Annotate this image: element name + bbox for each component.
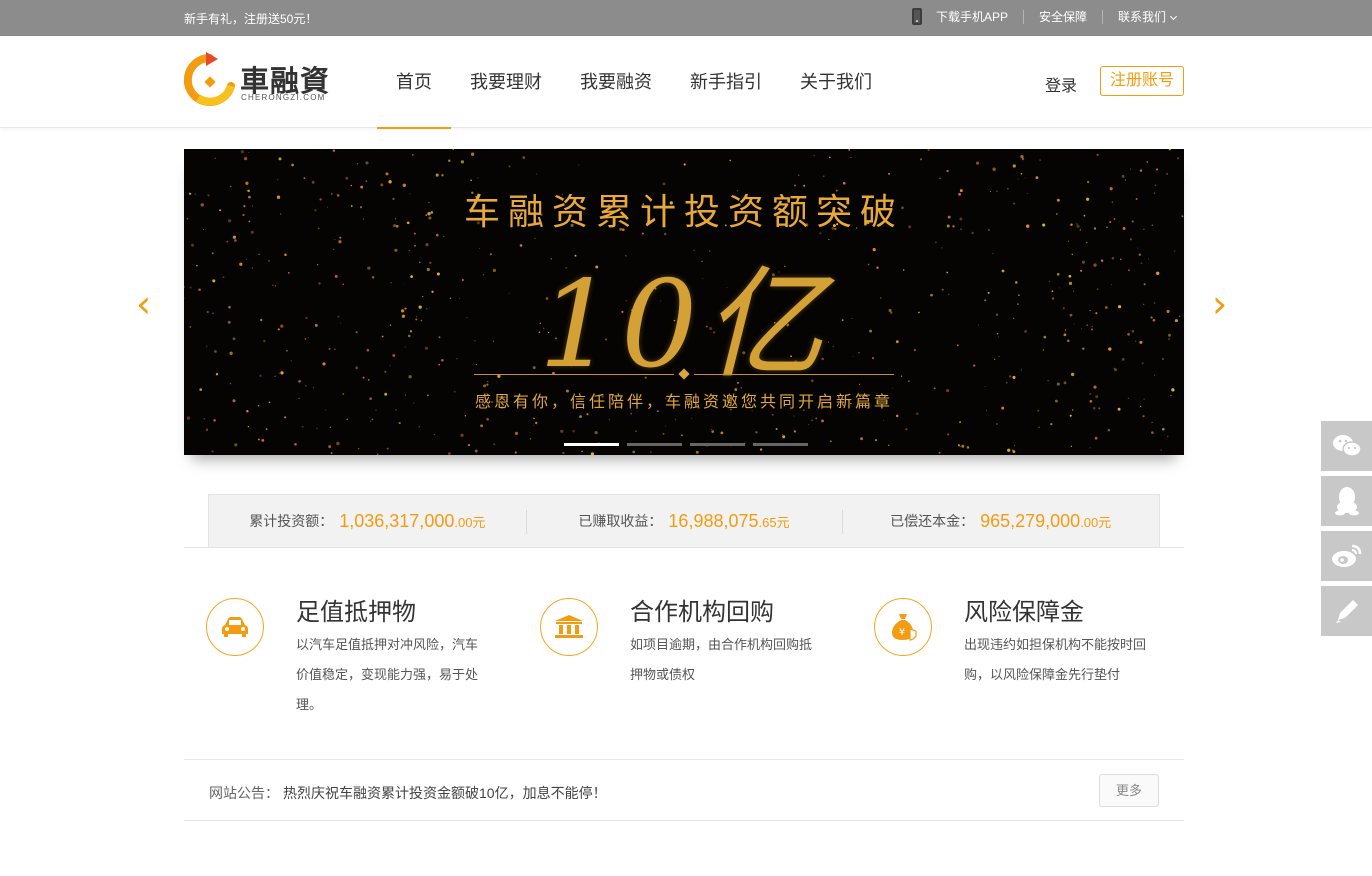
feature-desc: 如项目逾期，由合作机构回购抵押物或债权 — [630, 637, 813, 682]
nav-financing[interactable]: 我要融资 — [561, 36, 671, 128]
stat-earned-income: 已赚取收益： 16,988,075 .65元 — [525, 495, 843, 547]
stat-value: 965,279,000 — [980, 510, 1081, 531]
divider — [184, 547, 1184, 548]
feature-collateral: 足值抵押物 以汽车足值抵押对冲风险，汽车价值稳定，变现能力强，易于处理。 — [184, 590, 484, 730]
wechat-icon — [1332, 435, 1362, 457]
stat-total-investment: 累计投资额： 1,036,317,000 .00元 — [209, 495, 526, 547]
feature-title: 合作机构回购 — [630, 599, 774, 626]
feature-risk-reserve: ¥ 风险保障金 出现违约如担保机构不能按时回购，以风险保障金先行垫付 — [852, 590, 1152, 730]
nav-home[interactable]: 首页 — [377, 36, 451, 129]
weibo-button[interactable] — [1321, 531, 1372, 581]
chevron-down-icon — [1169, 12, 1178, 21]
edit-icon — [1335, 600, 1358, 623]
stat-value-decimal: .00元 — [1080, 514, 1112, 530]
banner-indicators — [564, 443, 808, 446]
stat-value-decimal: .65元 — [758, 514, 790, 530]
banner-indicator[interactable] — [690, 443, 745, 446]
banner-next-arrow[interactable]: › — [1212, 282, 1227, 326]
security-link[interactable]: 安全保障 — [1039, 8, 1087, 25]
logo-subtext: CHERONGZI.COM — [241, 93, 326, 102]
stat-value: 1,036,317,000 — [339, 510, 455, 531]
money-bag-icon: ¥ — [874, 598, 932, 656]
banner-prev-arrow[interactable]: ‹ — [136, 282, 151, 326]
car-icon — [206, 598, 264, 656]
feature-buyback: 合作机构回购 如项目逾期，由合作机构回购抵押物或债权 — [518, 590, 818, 730]
stat-label: 已赚取收益： — [578, 513, 663, 529]
top-bar: 新手有礼，注册送50元！ 下载手机APP 安全保障 联系我们 — [0, 0, 1372, 36]
banner-subtitle: 感恩有你，信任陪伴，车融资邀您共同开启新篇章 — [474, 392, 893, 411]
banner-carousel[interactable]: 车融资累计投资额突破 10亿 感恩有你，信任陪伴，车融资邀您共同开启新篇章 — [184, 149, 1184, 455]
notice-label: 网站公告： — [209, 785, 279, 801]
stat-repaid-principal: 已偿还本金： 965,279,000 .00元 — [842, 495, 1159, 547]
bank-icon — [540, 598, 598, 656]
feature-title: 足值抵押物 — [296, 599, 416, 626]
feature-desc: 以汽车足值抵押对冲风险，汽车价值稳定，变现能力强，易于处理。 — [296, 637, 479, 712]
svg-text:¥: ¥ — [899, 627, 905, 638]
more-button[interactable]: 更多 — [1099, 774, 1159, 807]
stat-value-decimal: .00元 — [454, 514, 486, 530]
logo-mark-icon — [183, 52, 235, 106]
download-app-link[interactable]: 下载手机APP — [936, 8, 1008, 25]
feature-desc: 出现违约如担保机构不能按时回购，以风险保障金先行垫付 — [964, 637, 1147, 682]
feature-title: 风险保障金 — [964, 599, 1084, 626]
stats-bar: 累计投资额： 1,036,317,000 .00元 已赚取收益： 16,988,… — [208, 494, 1160, 547]
main-nav: 首页 我要理财 我要融资 新手指引 关于我们 — [377, 36, 891, 129]
site-header: 車融資 CHERONGZI.COM 首页 我要理财 我要融资 新手指引 关于我们… — [0, 36, 1372, 129]
contact-label: 联系我们 — [1117, 10, 1166, 24]
register-button[interactable]: 注册账号 — [1100, 66, 1184, 96]
edit-button[interactable] — [1321, 586, 1372, 636]
banner-rule-left — [474, 374, 674, 375]
nav-about[interactable]: 关于我们 — [781, 36, 891, 128]
top-links: 下载手机APP 安全保障 联系我们 — [911, 8, 1178, 25]
banner-rule-right — [694, 374, 894, 375]
login-link[interactable]: 登录 — [1045, 72, 1077, 96]
nav-guide[interactable]: 新手指引 — [671, 36, 781, 128]
banner-indicator[interactable] — [753, 443, 808, 446]
site-notice: 网站公告： 热烈庆祝车融资累计投资金额破10亿，加息不能停！ 更多 — [184, 759, 1184, 821]
logo[interactable]: 車融資 CHERONGZI.COM — [183, 52, 334, 108]
banner-indicator[interactable] — [627, 443, 682, 446]
nav-invest[interactable]: 我要理财 — [451, 36, 561, 128]
divider — [1022, 9, 1024, 24]
notice-text[interactable]: 热烈庆祝车融资累计投资金额破10亿，加息不能停！ — [283, 783, 607, 803]
weibo-icon — [1331, 544, 1361, 567]
qq-button[interactable] — [1321, 476, 1372, 526]
contact-link[interactable]: 联系我们 — [1117, 8, 1178, 25]
divider — [1101, 9, 1103, 24]
stat-value: 16,988,075 — [668, 510, 759, 531]
stat-label: 累计投资额： — [249, 513, 334, 529]
promo-text[interactable]: 新手有礼，注册送50元！ — [184, 10, 317, 27]
stat-label: 已偿还本金： — [890, 513, 975, 529]
banner-indicator[interactable] — [564, 443, 619, 446]
qq-icon — [1334, 487, 1359, 516]
phone-icon — [911, 8, 922, 25]
wechat-button[interactable] — [1321, 421, 1372, 471]
